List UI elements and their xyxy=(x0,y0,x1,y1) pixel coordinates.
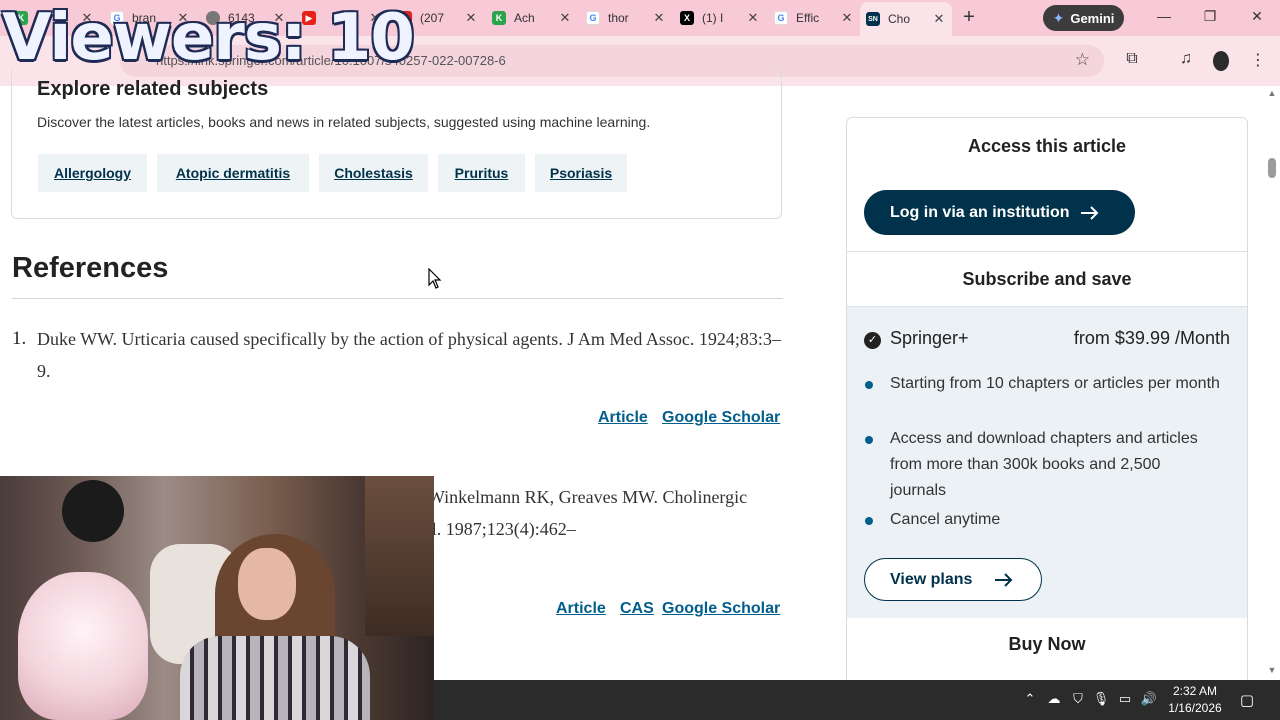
bookmark-star-icon[interactable]: ☆ xyxy=(1075,50,1090,70)
institution-login-button[interactable]: Log in via an institution xyxy=(864,190,1135,235)
subject-chip-allergology[interactable]: Allergology xyxy=(38,154,147,192)
subscription-plan-box: ✓ Springer+ from $39.99 /Month Starting … xyxy=(847,306,1247,618)
google-icon: G xyxy=(586,11,600,25)
volume-icon[interactable]: 🔊 xyxy=(1140,691,1158,709)
checkmark-icon: ✓ xyxy=(864,332,881,349)
plan-name: Springer+ xyxy=(890,328,969,348)
tab-title: Ach xyxy=(514,11,535,25)
network-icon[interactable]: ▭ xyxy=(1116,691,1134,709)
reference-cas-link[interactable]: CAS xyxy=(620,600,654,618)
related-subjects-title: Explore related subjects xyxy=(37,78,269,100)
webcam-background-shelf xyxy=(365,476,434,636)
plan-price: from $39.99 /Month xyxy=(1073,328,1230,348)
green-k-icon: K xyxy=(492,11,506,25)
minimize-icon[interactable]: — xyxy=(1152,8,1176,28)
scroll-down-arrow-icon[interactable]: ▼ xyxy=(1266,665,1278,675)
tab-title: thor xyxy=(608,11,629,25)
arrow-right-icon xyxy=(1080,205,1098,220)
profile-icon[interactable] xyxy=(1210,50,1232,72)
access-sidebar: Access this article Log in via an instit… xyxy=(846,117,1248,720)
institution-login-label: Log in via an institution xyxy=(890,203,1070,221)
close-tab-icon[interactable]: ✕ xyxy=(652,10,666,26)
webcam-streamer-face xyxy=(238,548,296,620)
gemini-label: Gemini xyxy=(1070,10,1115,26)
plan-feature: Cancel anytime xyxy=(890,511,1001,528)
close-tab-icon[interactable]: ✕ xyxy=(932,11,946,27)
close-tab-icon[interactable]: ✕ xyxy=(558,10,572,26)
reference-number: 1. xyxy=(12,328,27,349)
reference-google-scholar-link[interactable]: Google Scholar xyxy=(662,409,780,427)
plan-feature: Access and download chapters and article… xyxy=(890,430,1198,499)
close-tab-icon[interactable]: ✕ xyxy=(840,10,854,26)
browser-tab[interactable]: G thor ✕ xyxy=(580,4,672,32)
browser-tab-active[interactable]: SN Cho ✕ xyxy=(860,2,952,36)
gemini-sparkle-icon: ✦ xyxy=(1052,9,1065,26)
extensions-icon[interactable]: ⧉ xyxy=(1121,50,1143,72)
browser-tab[interactable]: G Effic ✕ xyxy=(768,4,860,32)
scroll-up-arrow-icon[interactable]: ▲ xyxy=(1266,88,1278,98)
gemini-button[interactable]: ✦ Gemini xyxy=(1043,5,1124,31)
plan-feature: Starting from 10 chapters or articles pe… xyxy=(890,375,1220,392)
subject-chip-psoriasis[interactable]: Psoriasis xyxy=(535,154,627,192)
restore-icon[interactable]: ❐ xyxy=(1198,8,1222,28)
tab-title: Cho xyxy=(888,12,911,26)
menu-kebab-icon[interactable]: ⋮ xyxy=(1247,50,1269,72)
webcam-overlay xyxy=(0,476,434,720)
x-icon: X xyxy=(680,11,694,25)
clock-date: 1/16/2026 xyxy=(1168,701,1222,715)
browser-tab[interactable]: X (1) I ✕ xyxy=(674,4,766,32)
mouse-cursor-icon xyxy=(428,268,442,289)
tab-title: (1) I xyxy=(702,11,724,25)
reference-google-scholar-link[interactable]: Google Scholar xyxy=(662,600,780,618)
new-tab-button[interactable]: + xyxy=(958,6,980,28)
google-icon: G xyxy=(774,11,788,25)
tab-title: (207 xyxy=(420,11,445,25)
security-shield-icon[interactable]: ⛉ xyxy=(1069,691,1087,709)
webcam-microphone xyxy=(62,480,124,542)
tab-title: Effic xyxy=(796,11,820,25)
scrollbar-thumb[interactable] xyxy=(1268,158,1276,178)
close-window-icon[interactable]: ✕ xyxy=(1245,8,1269,28)
webcam-plush-toy xyxy=(18,572,148,720)
references-heading: References xyxy=(12,252,169,284)
subject-chip-pruritus[interactable]: Pruritus xyxy=(438,154,525,192)
notifications-icon[interactable]: ▢ xyxy=(1238,691,1256,709)
webcam-streamer xyxy=(180,534,370,720)
bullet-icon xyxy=(865,381,873,389)
reference-article-link[interactable]: Article xyxy=(598,409,648,427)
related-subjects-description: Discover the latest articles, books and … xyxy=(37,114,651,130)
view-plans-label: View plans xyxy=(890,570,973,588)
close-tab-icon[interactable]: ✕ xyxy=(746,10,760,26)
taskbar-clock[interactable]: 2:32 AM 1/16/2026 xyxy=(1164,683,1226,717)
buy-now-title: Buy Now xyxy=(1008,634,1086,654)
view-plans-button[interactable]: View plans xyxy=(864,558,1042,601)
microphone-icon[interactable]: 🎙 xyxy=(1092,691,1110,709)
subject-chip-cholestasis[interactable]: Cholestasis xyxy=(319,154,428,192)
clock-time: 2:32 AM xyxy=(1172,684,1218,698)
springer-nature-icon: SN xyxy=(866,12,880,26)
browser-tab[interactable]: K Ach ✕ xyxy=(486,4,578,32)
reference-text: Duke WW. Urticaria caused specifically b… xyxy=(37,329,781,381)
subscribe-title: Subscribe and save xyxy=(962,269,1132,289)
arrow-right-icon xyxy=(995,572,1013,587)
bullet-icon xyxy=(865,517,873,525)
sidebar-divider xyxy=(847,251,1247,252)
subject-chip-atopic-dermatitis[interactable]: Atopic dermatitis xyxy=(157,154,309,192)
media-controls-icon[interactable]: ♫ xyxy=(1175,50,1197,72)
webcam-streamer-shirt xyxy=(180,636,370,720)
reference-article-link[interactable]: Article xyxy=(556,600,606,618)
tray-chevron-up-icon[interactable]: ⌃ xyxy=(1021,691,1039,709)
close-tab-icon[interactable]: ✕ xyxy=(464,10,478,26)
onedrive-cloud-icon[interactable]: ☁ xyxy=(1045,691,1063,709)
viewer-count-overlay: Viewers: 10 xyxy=(2,1,415,75)
access-title: Access this article xyxy=(967,136,1127,156)
bullet-icon xyxy=(865,436,873,444)
references-divider xyxy=(12,298,783,299)
